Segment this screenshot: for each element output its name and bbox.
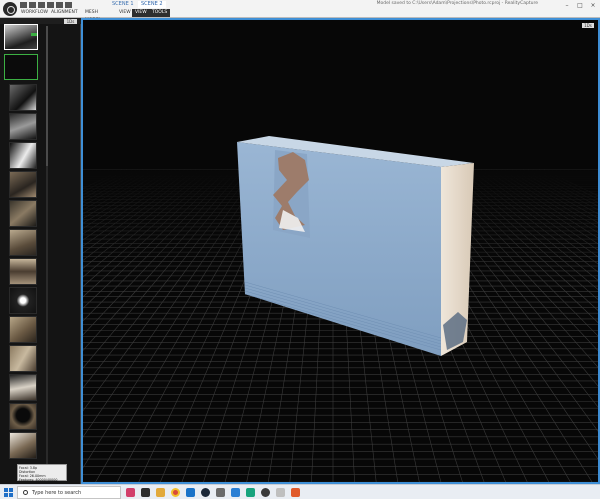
app-green-icon[interactable] — [246, 488, 255, 497]
image-thumbnail[interactable] — [9, 432, 37, 459]
menu-mesh-model[interactable]: MESH MODEL — [82, 9, 104, 23]
image-thumbnail[interactable] — [9, 316, 37, 343]
windows-start-icon[interactable] — [4, 488, 13, 497]
3d-viewport[interactable]: 1Ds — [81, 18, 600, 484]
selected-tag — [31, 33, 37, 36]
image-thumbnail[interactable] — [9, 171, 37, 198]
image-thumbnail[interactable] — [9, 287, 37, 314]
status-message: Model saved to C:\Users\Adam\Projections… — [376, 1, 538, 6]
menu-view-active[interactable]: VIEW — [132, 9, 150, 17]
image-thumbnail[interactable] — [9, 403, 37, 430]
tab-scene-1[interactable]: SCENE 1 — [109, 1, 137, 8]
save-icon[interactable] — [38, 2, 45, 8]
image-thumbnail[interactable] — [9, 200, 37, 227]
scene-canvas[interactable] — [83, 20, 598, 482]
image-thumbnail[interactable] — [4, 54, 38, 80]
layout-split-icon[interactable] — [65, 2, 72, 8]
task-view-icon[interactable] — [141, 488, 150, 497]
image-thumbnail[interactable] — [9, 113, 37, 140]
image-thumbnail[interactable] — [9, 258, 37, 285]
chrome-icon[interactable] — [171, 488, 180, 497]
image-thumbnail[interactable] — [9, 374, 37, 401]
image-thumbnail[interactable] — [9, 229, 37, 256]
image-thumbnail[interactable] — [9, 345, 37, 372]
store-icon[interactable] — [231, 488, 240, 497]
image-thumbnail[interactable] — [9, 84, 37, 111]
layout-icon[interactable] — [47, 2, 54, 8]
search-input[interactable]: Type here to search — [32, 490, 81, 496]
menu-alignment[interactable]: ALIGNMENT — [48, 9, 81, 17]
minimize-button[interactable]: – — [562, 2, 572, 9]
thumbnail-scrollbar[interactable] — [46, 26, 48, 481]
scrollbar-thumb[interactable] — [46, 26, 48, 166]
steam-icon[interactable] — [201, 488, 210, 497]
reality-capture-window: SCENE 1 SCENE 2 Model saved to C:\Users\… — [0, 0, 600, 499]
app-orange-icon[interactable] — [291, 488, 300, 497]
open-icon[interactable] — [29, 2, 36, 8]
image-info-tooltip: Focal: 3.8p Distortion Focal: 26.00mm Fe… — [17, 464, 67, 482]
app-logo-icon[interactable] — [3, 2, 17, 16]
file-explorer-icon[interactable] — [156, 488, 165, 497]
maximize-button[interactable]: □ — [575, 2, 585, 9]
layout-grid-icon[interactable] — [56, 2, 63, 8]
close-button[interactable]: × — [588, 2, 598, 9]
taskbar: Type here to search — [0, 484, 600, 499]
info-line: Features: 40000/40000 — [19, 478, 58, 482]
taskbar-search[interactable]: Type here to search — [17, 486, 121, 499]
image-thumbnail-selected[interactable] — [4, 24, 38, 50]
edge-icon[interactable] — [186, 488, 195, 497]
tab-scene-2[interactable]: SCENE 2 — [138, 1, 166, 8]
menu-workflow[interactable]: WORKFLOW — [18, 9, 51, 17]
title-bar: SCENE 1 SCENE 2 Model saved to C:\Users\… — [0, 0, 600, 23]
app-pink-icon[interactable] — [126, 488, 135, 497]
search-icon — [23, 490, 28, 495]
image-thumbnail[interactable] — [9, 142, 37, 169]
menu-tools[interactable]: TOOLS — [149, 9, 171, 17]
settings-icon[interactable] — [216, 488, 225, 497]
panel-layout-button[interactable]: 1Ds — [64, 19, 77, 24]
app-grey-icon[interactable] — [276, 488, 285, 497]
images-panel: 1Ds Focal: 3.8p Distortion Focal: 26.00m… — [0, 18, 81, 484]
app-dark-icon[interactable] — [261, 488, 270, 497]
new-icon[interactable] — [20, 2, 27, 8]
